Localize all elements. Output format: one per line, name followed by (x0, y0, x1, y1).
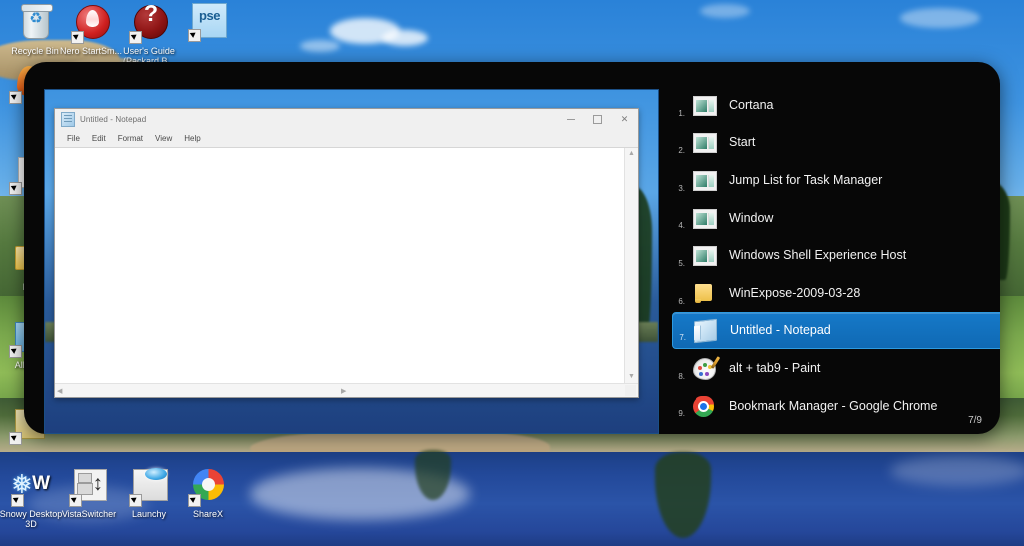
list-item[interactable]: 4. Window (672, 199, 1000, 237)
generic-window-icon (692, 93, 716, 117)
list-item[interactable]: 8. alt + tab9 - Paint (672, 349, 1000, 387)
scroll-down-icon[interactable]: ▼ (625, 371, 638, 383)
shortcut-overlay-icon (188, 29, 201, 42)
shortcut-overlay-icon (129, 494, 142, 507)
list-item-number: 9. (673, 409, 685, 418)
list-item-number: 6. (673, 297, 685, 306)
list-item-number: 8. (673, 372, 685, 381)
snowflake-icon: ❅W (9, 467, 53, 507)
menu-item-help[interactable]: Help (178, 134, 206, 143)
chrome-icon (692, 394, 716, 418)
help-question-icon (127, 4, 171, 44)
generic-window-icon (692, 130, 716, 154)
shortcut-overlay-icon (71, 31, 84, 44)
desktop[interactable]: Recycle Bin Nero StartSm... User's Guide… (0, 0, 1024, 546)
generic-window-icon (692, 168, 716, 192)
scroll-left-icon[interactable]: ◀ (57, 387, 62, 395)
shortcut-overlay-icon (69, 494, 82, 507)
close-button[interactable]: ✕ (611, 109, 638, 130)
notepad-menubar[interactable]: File Edit Format View Help (55, 130, 638, 147)
item-counter: 7/9 (968, 415, 982, 426)
scrollbar-corner (625, 385, 636, 396)
list-item[interactable]: 3. Jump List for Task Manager (672, 161, 1000, 199)
wallpaper-cloud (700, 4, 750, 18)
list-item-label: alt + tab9 - Paint (729, 361, 820, 375)
shortcut-overlay-icon (9, 182, 22, 195)
window-list[interactable]: 1. Cortana 2. Start 3. Jump List for Tas… (672, 86, 1000, 424)
generic-window-icon (692, 206, 716, 230)
notepad-title: Untitled - Notepad (80, 115, 146, 124)
notepad-window-controls[interactable]: ✕ (557, 109, 638, 130)
scroll-right-icon[interactable]: ▶ (341, 387, 346, 395)
list-item-label: Bookmark Manager - Google Chrome (729, 399, 937, 413)
menu-item-view[interactable]: View (149, 134, 178, 143)
paint-icon (692, 356, 716, 380)
list-item-label: WinExpose-2009-03-28 (729, 286, 860, 300)
list-item-number: 2. (673, 146, 685, 155)
menu-item-format[interactable]: Format (112, 134, 149, 143)
notepad-window-preview[interactable]: Untitled - Notepad ✕ File Edit Format Vi… (54, 108, 639, 398)
wallpaper-cloud-reflection (890, 456, 1024, 486)
list-item-label: Cortana (729, 98, 773, 112)
alt-tab-switcher-overlay[interactable]: Untitled - Notepad ✕ File Edit Format Vi… (24, 62, 1000, 434)
notepad-text-area[interactable] (55, 148, 624, 383)
shortcut-overlay-icon (9, 432, 22, 445)
nero-flame-icon (69, 4, 113, 44)
scroll-up-icon[interactable]: ▲ (625, 148, 638, 160)
sharex-icon (186, 467, 230, 507)
list-item[interactable]: 2. Start (672, 124, 1000, 162)
shortcut-overlay-icon (129, 31, 142, 44)
list-item-label: Start (729, 135, 755, 149)
desktop-icon-label: ShareX (173, 509, 243, 519)
maximize-button[interactable] (584, 109, 611, 130)
list-item[interactable]: 1. Cortana (672, 86, 1000, 124)
menu-item-file[interactable]: File (61, 134, 86, 143)
wallpaper-cloud (900, 8, 980, 28)
list-item-number: 5. (673, 259, 685, 268)
list-item-label: Window (729, 211, 773, 225)
generic-window-icon (692, 243, 716, 267)
vistaswitcher-icon (67, 467, 111, 507)
list-item-number: 3. (673, 184, 685, 193)
minimize-button[interactable] (557, 109, 584, 130)
notepad-client-area: ▲ ▼ (55, 147, 638, 383)
list-item-number: 7. (674, 333, 686, 342)
list-item-label: Untitled - Notepad (730, 323, 831, 337)
notepad-vertical-scrollbar[interactable]: ▲ ▼ (624, 148, 638, 383)
desktop-icon-sharex[interactable]: ShareX (173, 467, 243, 519)
list-item-number: 4. (673, 221, 685, 230)
notepad-icon (693, 318, 717, 342)
list-item-label: Windows Shell Experience Host (729, 248, 906, 262)
shortcut-overlay-icon (9, 91, 22, 104)
shortcut-overlay-icon (9, 345, 22, 358)
shortcut-overlay-icon (188, 494, 201, 507)
notepad-titlebar[interactable]: Untitled - Notepad ✕ (55, 109, 638, 130)
window-preview-pane: Untitled - Notepad ✕ File Edit Format Vi… (44, 89, 659, 434)
list-item-number: 1. (673, 109, 685, 118)
recycle-bin-icon (13, 4, 57, 44)
list-item-label: Jump List for Task Manager (729, 173, 882, 187)
launchy-icon (127, 467, 171, 507)
notepad-icon (61, 112, 75, 127)
desktop-icon-photoshop-elements[interactable] (173, 2, 243, 44)
folder-icon (692, 281, 716, 305)
photoshop-elements-icon (186, 2, 230, 42)
list-item[interactable]: 9. Bookmark Manager - Google Chrome (672, 387, 1000, 425)
list-item[interactable]: 6. WinExpose-2009-03-28 (672, 274, 1000, 312)
menu-item-edit[interactable]: Edit (86, 134, 112, 143)
wallpaper-cloud (300, 40, 340, 52)
notepad-horizontal-scrollbar[interactable]: ◀ ▶ (55, 383, 638, 397)
list-item[interactable]: 5. Windows Shell Experience Host (672, 236, 1000, 274)
wallpaper-cloud (382, 30, 428, 46)
shortcut-overlay-icon (11, 494, 24, 507)
list-item-selected[interactable]: 7. Untitled - Notepad (672, 312, 1000, 350)
